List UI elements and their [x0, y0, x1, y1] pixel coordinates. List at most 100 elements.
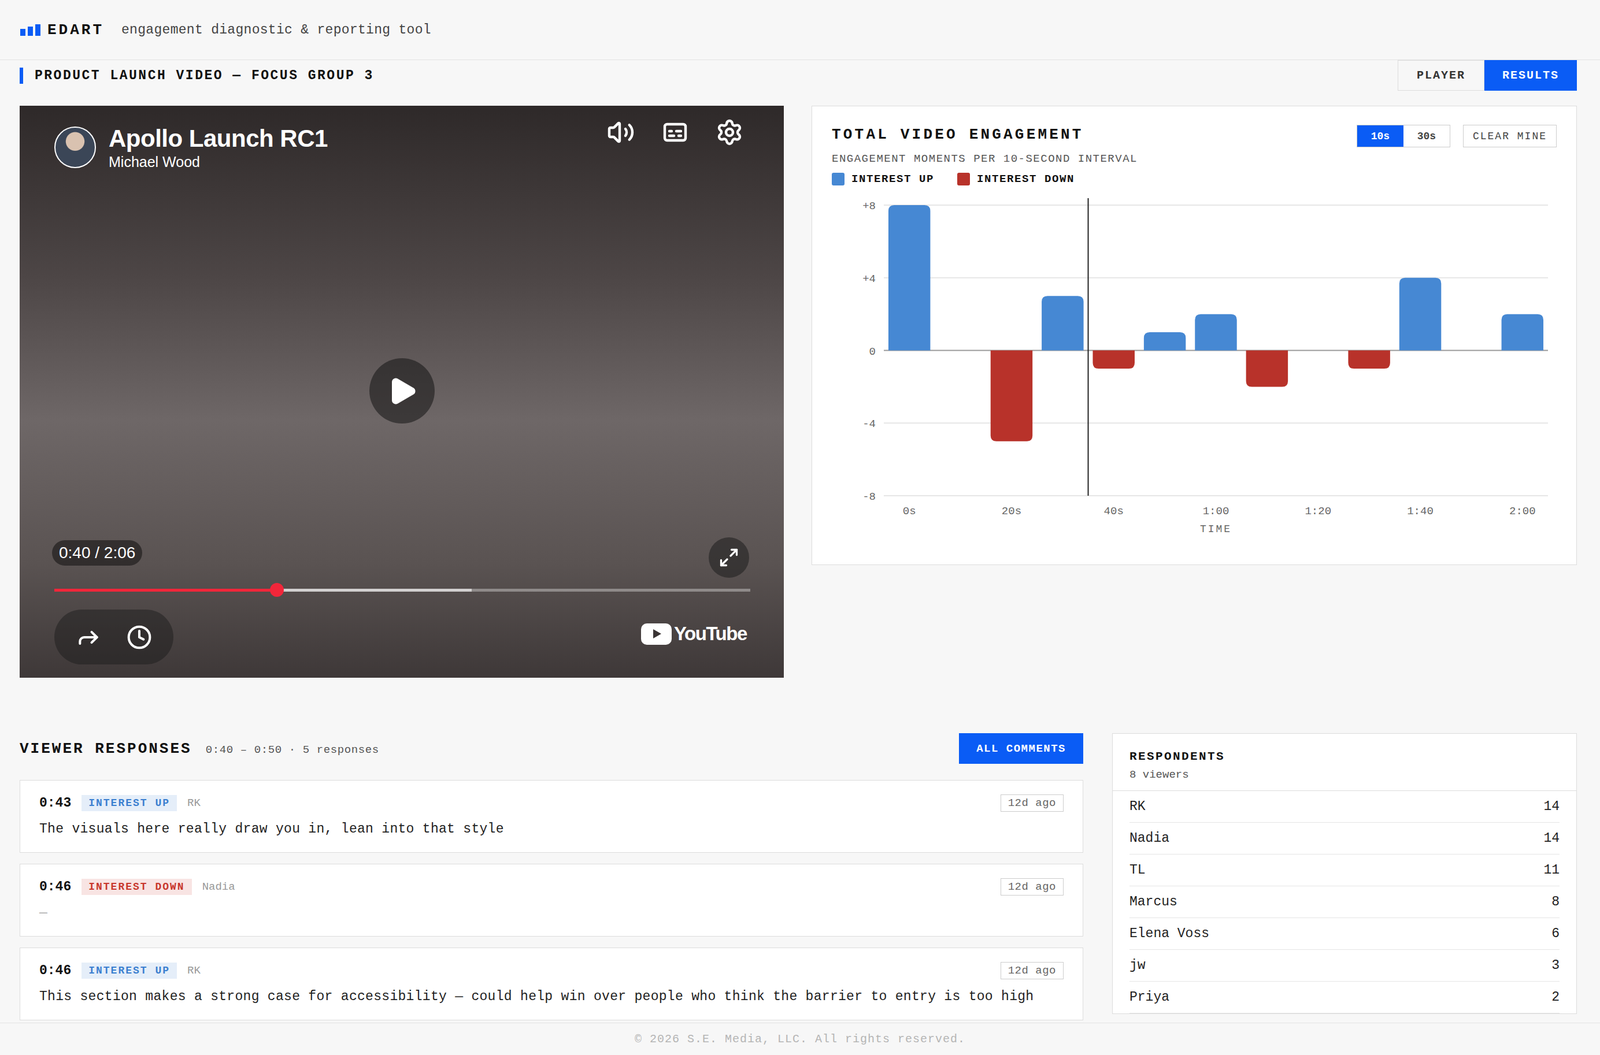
respondent-name: Priya — [1129, 990, 1170, 1006]
response-age: 12d ago — [1000, 794, 1064, 813]
response-time[interactable]: 0:46 — [39, 963, 72, 979]
watch-later-icon[interactable] — [126, 624, 153, 651]
volume-icon[interactable] — [606, 118, 635, 147]
gear-icon[interactable] — [715, 118, 744, 147]
respondent-row[interactable]: Priya 2 — [1129, 982, 1560, 1014]
bar[interactable] — [1194, 314, 1237, 351]
all-comments-button[interactable]: ALL COMMENTS — [958, 733, 1084, 765]
chart-header: TOTAL VIDEO ENGAGEMENT 10s30s CLEAR MINE — [831, 124, 1557, 148]
bar[interactable] — [1143, 332, 1186, 351]
interval-option[interactable]: 30s — [1403, 125, 1450, 147]
bar[interactable] — [1092, 350, 1135, 369]
response-card[interactable]: 0:46INTEREST UPRK12d ago This section mak… — [19, 947, 1084, 1021]
response-meta: 0:43INTEREST UPRK12d ago — [39, 794, 1064, 813]
response-meta: 0:46INTEREST UPRK12d ago — [39, 962, 1064, 980]
y-tick-label: +4 — [862, 272, 876, 286]
respondent-count: 8 — [1551, 894, 1560, 910]
x-tick-label: 0s — [902, 505, 917, 518]
respondents-panel: RESPONDENTS8 viewersRK14Nadia14TL11Marcu… — [1112, 733, 1577, 1015]
chart-legend: INTEREST UP INTEREST DOWN — [831, 172, 1557, 186]
chart-panel: TOTAL VIDEO ENGAGEMENT10s30sCLEAR MINEEN… — [811, 105, 1577, 566]
video-channel[interactable]: Michael Wood — [108, 153, 328, 171]
response-text: This section makes a strong case for acc… — [39, 987, 1064, 1007]
respondent-count: 14 — [1543, 831, 1560, 847]
video-title-box: Apollo Launch RC1Michael Wood — [108, 124, 328, 171]
response-author: Nadia — [202, 880, 236, 894]
fullscreen-button[interactable] — [708, 537, 750, 579]
view-tab[interactable]: RESULTS — [1484, 60, 1577, 91]
respondent-row[interactable]: jw 3 — [1129, 950, 1560, 983]
interval-toggle: 10s30s — [1356, 124, 1451, 148]
response-time[interactable]: 0:46 — [39, 879, 72, 895]
x-tick-label: 2:00 — [1509, 505, 1536, 518]
respondent-row[interactable]: TL11 — [1129, 854, 1560, 887]
respondent-row[interactable]: Elena Voss6 — [1129, 918, 1560, 951]
respondent-name: jw — [1129, 958, 1146, 974]
respondent-row[interactable]: RK14 — [1129, 791, 1560, 824]
bar[interactable] — [888, 205, 931, 351]
bar[interactable] — [1501, 314, 1544, 351]
channel-avatar[interactable] — [54, 126, 96, 169]
x-axis-title: TIME — [1200, 523, 1232, 536]
page-title: PRODUCT LAUNCH VIDEO — FOCUS GROUP 3 — [19, 67, 374, 84]
response-meta: 0:46INTEREST DOWNNadia12d ago — [39, 878, 1064, 896]
legend-item: INTEREST DOWN — [957, 172, 1075, 186]
y-tick-label: 0 — [869, 345, 876, 359]
logo[interactable]: EDART — [20, 21, 105, 39]
response-tag: INTEREST DOWN — [81, 879, 192, 896]
view-tab[interactable]: PLAYER — [1397, 60, 1485, 91]
share-icon[interactable] — [75, 624, 102, 651]
progress-track[interactable] — [54, 589, 751, 592]
expand-icon — [718, 547, 740, 569]
progress-knob[interactable] — [269, 583, 284, 598]
bar[interactable] — [990, 350, 1033, 442]
app: EDART engagement diagnostic & reporting t… — [0, 0, 1600, 1055]
respondent-row[interactable]: Marcus8 — [1129, 886, 1560, 919]
respondent-count: 3 — [1551, 958, 1560, 974]
legend-label: INTEREST UP — [851, 172, 935, 186]
x-tick-label: 1:40 — [1406, 505, 1434, 518]
video-title[interactable]: Apollo Launch RC1 — [108, 124, 328, 154]
gridline — [883, 204, 1548, 206]
respondent-row[interactable]: Nadia14 — [1129, 823, 1560, 855]
play-button[interactable] — [369, 358, 435, 424]
bar[interactable] — [1347, 350, 1390, 369]
cursor-line — [1087, 198, 1090, 496]
view-tabs: PLAYERRESULTS — [1397, 60, 1577, 91]
respondent-count: 2 — [1551, 990, 1560, 1006]
time-display: 0:40 / 2:06 — [52, 540, 143, 566]
respondent-count: 6 — [1551, 926, 1560, 942]
responses-title-wrap: VIEWER RESPONSES0:40 – 0:50 · 5 response… — [19, 740, 380, 758]
chart-title: TOTAL VIDEO ENGAGEMENT — [831, 124, 1084, 145]
responses-range: 0:40 – 0:50 · 5 responses — [205, 743, 380, 757]
bars-logo-icon — [20, 24, 41, 36]
respondents-header: RESPONDENTS8 viewers — [1112, 734, 1577, 792]
legend-item: INTEREST UP — [831, 172, 935, 186]
player-controls — [54, 609, 174, 665]
bar[interactable] — [1041, 295, 1084, 351]
respondent-name: TL — [1129, 863, 1146, 879]
response-text: — — [39, 904, 1064, 923]
played-fill — [54, 589, 277, 592]
response-list: 0:43INTEREST UPRK12d agoThe visuals here… — [19, 780, 1084, 1021]
x-tick-label: 40s — [1104, 505, 1124, 518]
bar[interactable] — [1246, 350, 1288, 388]
responses-header: VIEWER RESPONSES0:40 – 0:50 · 5 response… — [19, 733, 1084, 765]
clear-mine-button[interactable]: CLEAR MINE — [1463, 124, 1557, 148]
footer: © 2026 S.E. Media, LLC. All rights reser… — [0, 1023, 1600, 1055]
legend-label: INTEREST DOWN — [976, 172, 1075, 186]
tagline: engagement diagnostic & reporting tool — [121, 22, 432, 38]
response-time[interactable]: 0:43 — [39, 795, 72, 811]
respondents-count: 8 viewers — [1129, 767, 1560, 783]
captions-icon[interactable] — [661, 118, 690, 147]
response-card[interactable]: 0:46INTEREST DOWNNadia12d ago— — [19, 864, 1084, 937]
youtube-mark — [641, 623, 672, 646]
bar[interactable] — [1399, 278, 1442, 351]
x-tick-label: 1:20 — [1304, 505, 1332, 518]
x-tick-label: 20s — [1001, 505, 1022, 518]
logo-text: EDART — [47, 21, 105, 39]
video-player[interactable]: Apollo Launch RC1Michael Wood 0:40 / 2:06… — [19, 105, 784, 679]
youtube-logo[interactable]: YouTube — [641, 623, 747, 646]
response-card[interactable]: 0:43INTEREST UPRK12d agoThe visuals here… — [19, 780, 1084, 854]
interval-option[interactable]: 10s — [1357, 125, 1404, 147]
